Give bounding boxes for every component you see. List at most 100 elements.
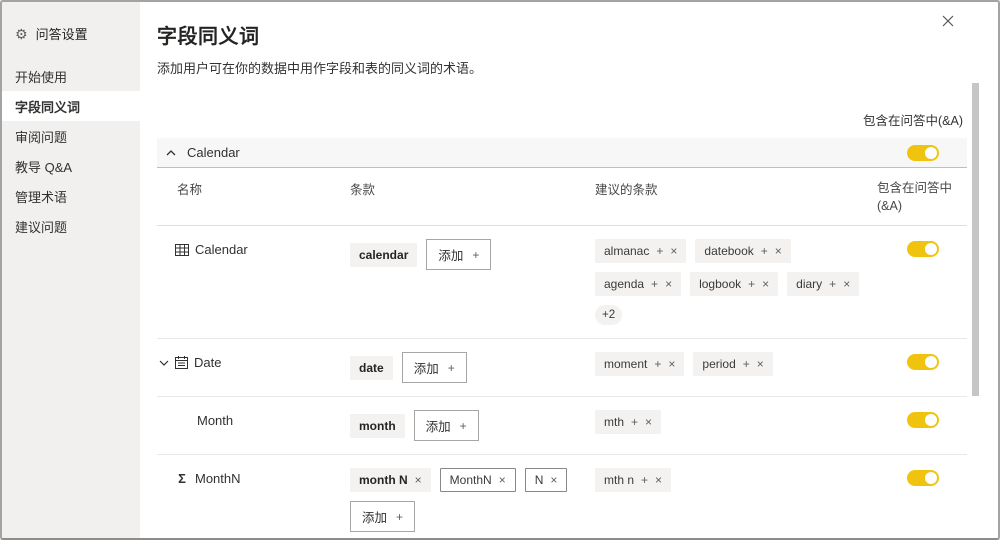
suggested-term-tag[interactable]: agenda + × [595, 272, 682, 297]
column-header-terms: 条款 [350, 183, 376, 197]
suggested-term-tag[interactable]: diary + × [787, 272, 860, 297]
term-tag[interactable]: N × [524, 468, 568, 493]
term-tag[interactable]: month N × [350, 468, 431, 493]
remove-term-icon[interactable]: × [843, 278, 850, 290]
tag-label: agenda [604, 277, 645, 292]
term-tag[interactable]: calendar [350, 242, 418, 267]
suggested-line: mth + × [595, 410, 877, 435]
suggested-term-tag[interactable]: moment + × [595, 352, 685, 377]
close-icon [942, 15, 954, 27]
table-body: Calendar calendar 添加 + almanac + × datebook + × ag… [157, 226, 967, 538]
chevron-down-icon [159, 360, 169, 366]
row-include-toggle[interactable] [907, 470, 939, 487]
add-term-icon[interactable]: + [829, 278, 836, 290]
add-term-icon[interactable]: + [654, 358, 661, 370]
suggested-term-tag[interactable]: almanac + × [595, 239, 687, 264]
term-tag[interactable]: month [350, 413, 405, 438]
chevron-up-icon[interactable] [166, 149, 176, 156]
suggested-term-tag[interactable]: mth + × [595, 410, 662, 435]
sidebar-item-1[interactable]: 字段同义词 [2, 91, 140, 121]
plus-icon: + [459, 418, 467, 433]
add-term-icon[interactable]: + [631, 416, 638, 428]
sidebar-title: 问答设置 [35, 27, 88, 42]
remove-term-icon[interactable]: × [757, 358, 764, 370]
term-tag[interactable]: date [350, 355, 393, 380]
vertical-scrollbar[interactable] [972, 83, 979, 396]
remove-term-icon[interactable]: × [415, 474, 422, 486]
table-row: Month month 添加 + mth + × [157, 397, 967, 456]
add-button-label: 添加 [425, 420, 451, 435]
add-term-button[interactable]: 添加 + [350, 501, 416, 533]
toggle-knob [925, 414, 937, 427]
content: 字段同义词 添加用户可在你的数据中用作字段和表的同义词的术语。 包含在问答中(&… [140, 2, 967, 538]
add-term-icon[interactable]: + [656, 245, 663, 257]
row-name-cell: Σ MonthN [157, 468, 350, 486]
tag-label: almanac [604, 244, 650, 259]
plus-icon: + [447, 360, 455, 375]
remove-term-icon[interactable]: × [670, 245, 677, 257]
tag-label: date [359, 360, 384, 375]
tag-label: mth n [604, 473, 635, 488]
row-name-cell: Month [157, 410, 350, 428]
toggle-knob [925, 146, 937, 159]
more-terms-pill[interactable]: +2 [595, 305, 623, 326]
add-term-button[interactable]: 添加 + [413, 410, 479, 442]
row-include-toggle[interactable] [907, 241, 939, 258]
remove-term-icon[interactable]: × [665, 278, 672, 290]
term-tag[interactable]: MonthN × [439, 468, 516, 493]
sidebar-item-2[interactable]: 审阅问题 [2, 121, 140, 151]
gear-icon: ⚙ [15, 25, 28, 42]
remove-term-icon[interactable]: × [668, 358, 675, 370]
page-subtitle: 添加用户可在你的数据中用作字段和表的同义词的术语。 [157, 61, 483, 76]
add-term-icon[interactable]: + [761, 245, 768, 257]
add-term-icon[interactable]: + [748, 278, 755, 290]
tag-label: month N [359, 473, 408, 488]
table-row: Date date 添加 + moment + × period + × [157, 339, 967, 398]
section-header-calendar[interactable]: Calendar [157, 138, 967, 168]
suggested-line: agenda + × logbook + × diary + × [595, 272, 877, 297]
sidebar-item-3[interactable]: 教导 Q&A [2, 151, 140, 181]
sidebar-item-0[interactable]: 开始使用 [2, 61, 140, 91]
remove-term-icon[interactable]: × [655, 474, 662, 486]
column-header-include: 包含在问答中 (&A) [877, 179, 967, 215]
add-term-icon[interactable]: + [651, 278, 658, 290]
table-row: Calendar calendar 添加 + almanac + × datebook + × ag… [157, 226, 967, 340]
tag-label: logbook [699, 277, 742, 292]
suggested-term-tag[interactable]: datebook + × [695, 239, 791, 264]
sidebar-header: ⚙ 问答设置 [2, 2, 140, 61]
row-include-toggle[interactable] [907, 412, 939, 429]
row-suggested-cell: mth n + × [595, 468, 877, 493]
suggested-term-tag[interactable]: mth n + × [595, 468, 672, 493]
row-name-label: Date [194, 355, 222, 371]
section-include-toggle[interactable] [907, 144, 939, 161]
remove-term-icon[interactable]: × [550, 474, 557, 486]
suggested-term-tag[interactable]: period + × [693, 352, 773, 377]
row-terms-cell: calendar 添加 + [350, 239, 595, 271]
row-suggested-cell: moment + × period + × [595, 352, 877, 377]
sidebar-items: 开始使用 字段同义词 审阅问题 教导 Q&A 管理术语 建议问题 [2, 61, 140, 241]
row-suggested-cell: almanac + × datebook + × agenda + × logbook + × diar… [595, 239, 877, 326]
table-grid-icon [175, 243, 189, 256]
row-toggle-cell [877, 239, 967, 262]
row-terms-cell: month N × MonthN × N × 添加 + [350, 468, 595, 533]
page-title: 字段同义词 [157, 26, 260, 48]
remove-term-icon[interactable]: × [775, 245, 782, 257]
tag-label: moment [604, 357, 648, 372]
add-term-button[interactable]: 添加 + [426, 239, 492, 271]
sidebar-item-4[interactable]: 管理术语 [2, 181, 140, 211]
suggested-term-tag[interactable]: logbook + × [690, 272, 779, 297]
terms-line: calendar 添加 + [350, 239, 595, 271]
add-term-icon[interactable]: + [743, 358, 750, 370]
tag-label: diary [796, 277, 823, 292]
remove-term-icon[interactable]: × [762, 278, 769, 290]
toggle-knob [925, 356, 937, 369]
close-button[interactable] [940, 13, 956, 29]
terms-line: date 添加 + [350, 352, 595, 384]
sidebar-item-5[interactable]: 建议问题 [2, 211, 140, 241]
remove-term-icon[interactable]: × [645, 416, 652, 428]
remove-term-icon[interactable]: × [499, 474, 506, 486]
add-term-icon[interactable]: + [641, 474, 648, 486]
add-button-label: 添加 [438, 249, 464, 264]
row-include-toggle[interactable] [907, 354, 939, 371]
add-term-button[interactable]: 添加 + [401, 352, 467, 384]
